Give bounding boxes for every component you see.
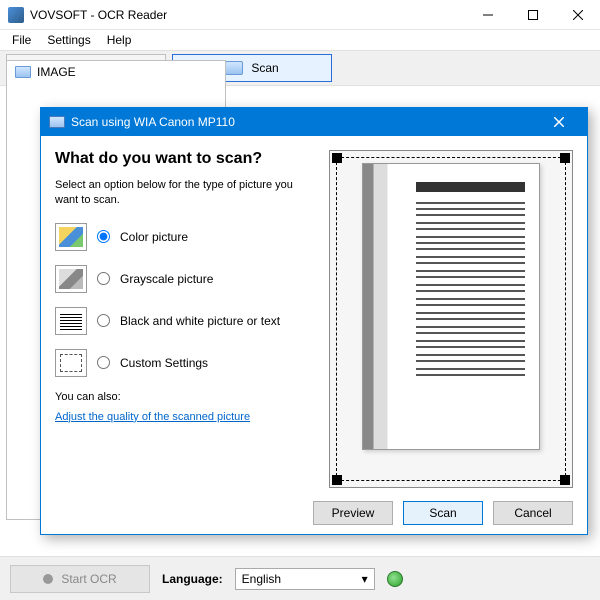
cancel-button[interactable]: Cancel (493, 501, 573, 525)
play-icon (43, 574, 53, 584)
crop-handle-tr[interactable] (560, 153, 570, 163)
adjust-quality-link[interactable]: Adjust the quality of the scanned pictur… (55, 411, 250, 423)
image-icon (15, 66, 31, 78)
dialog-title: Scan using WIA Canon MP110 (71, 115, 539, 129)
dialog-footer: Preview Scan Cancel (41, 492, 587, 534)
menu-help[interactable]: Help (99, 31, 140, 49)
preview-panel (329, 150, 573, 488)
minimize-button[interactable] (465, 0, 510, 29)
dialog-subtitle: Select an option below for the type of p… (55, 178, 315, 209)
color-picture-icon (55, 223, 87, 251)
scanner-icon (49, 116, 65, 128)
window-buttons (465, 0, 600, 29)
scan-toolbar-label: Scan (251, 61, 278, 75)
radio-custom[interactable] (97, 356, 110, 369)
dialog-close-button[interactable] (539, 108, 579, 136)
start-ocr-button[interactable]: Start OCR (10, 565, 150, 593)
scan-button[interactable]: Scan (403, 501, 483, 525)
bottombar: Start OCR Language: English ▾ (0, 556, 600, 600)
maximize-button[interactable] (510, 0, 555, 29)
menu-settings[interactable]: Settings (39, 31, 98, 49)
crop-selection[interactable] (336, 157, 566, 481)
radio-color-label: Color picture (120, 230, 188, 244)
dialog-heading: What do you want to scan? (55, 150, 315, 168)
language-label: Language: (162, 572, 223, 586)
preview-button[interactable]: Preview (313, 501, 393, 525)
grayscale-picture-icon (55, 265, 87, 293)
main-titlebar: VOVSOFT - OCR Reader (0, 0, 600, 30)
radio-color[interactable] (97, 230, 110, 243)
start-ocr-label: Start OCR (61, 572, 116, 586)
option-color[interactable]: Color picture (55, 223, 315, 251)
chevron-down-icon: ▾ (362, 572, 368, 586)
option-bw[interactable]: Black and white picture or text (55, 307, 315, 335)
custom-settings-icon (55, 349, 87, 377)
close-button[interactable] (555, 0, 600, 29)
also-label: You can also: (55, 391, 315, 403)
bw-picture-icon (55, 307, 87, 335)
menubar: File Settings Help (0, 30, 600, 50)
option-custom[interactable]: Custom Settings (55, 349, 315, 377)
window-title: VOVSOFT - OCR Reader (30, 8, 465, 22)
option-grayscale[interactable]: Grayscale picture (55, 265, 315, 293)
list-item[interactable]: IMAGE (7, 61, 225, 83)
globe-icon[interactable] (387, 571, 403, 587)
menu-file[interactable]: File (4, 31, 39, 49)
language-value: English (242, 572, 281, 586)
radio-custom-label: Custom Settings (120, 356, 208, 370)
radio-bw[interactable] (97, 314, 110, 327)
dialog-titlebar: Scan using WIA Canon MP110 (41, 108, 587, 136)
scanner-icon (225, 61, 243, 75)
crop-handle-tl[interactable] (332, 153, 342, 163)
radio-grayscale[interactable] (97, 272, 110, 285)
radio-bw-label: Black and white picture or text (120, 314, 280, 328)
crop-handle-bl[interactable] (332, 475, 342, 485)
app-icon (8, 7, 24, 23)
radio-grayscale-label: Grayscale picture (120, 272, 213, 286)
scan-dialog: Scan using WIA Canon MP110 What do you w… (40, 107, 588, 535)
image-name: IMAGE (37, 65, 76, 79)
crop-handle-br[interactable] (560, 475, 570, 485)
language-select[interactable]: English ▾ (235, 568, 375, 590)
